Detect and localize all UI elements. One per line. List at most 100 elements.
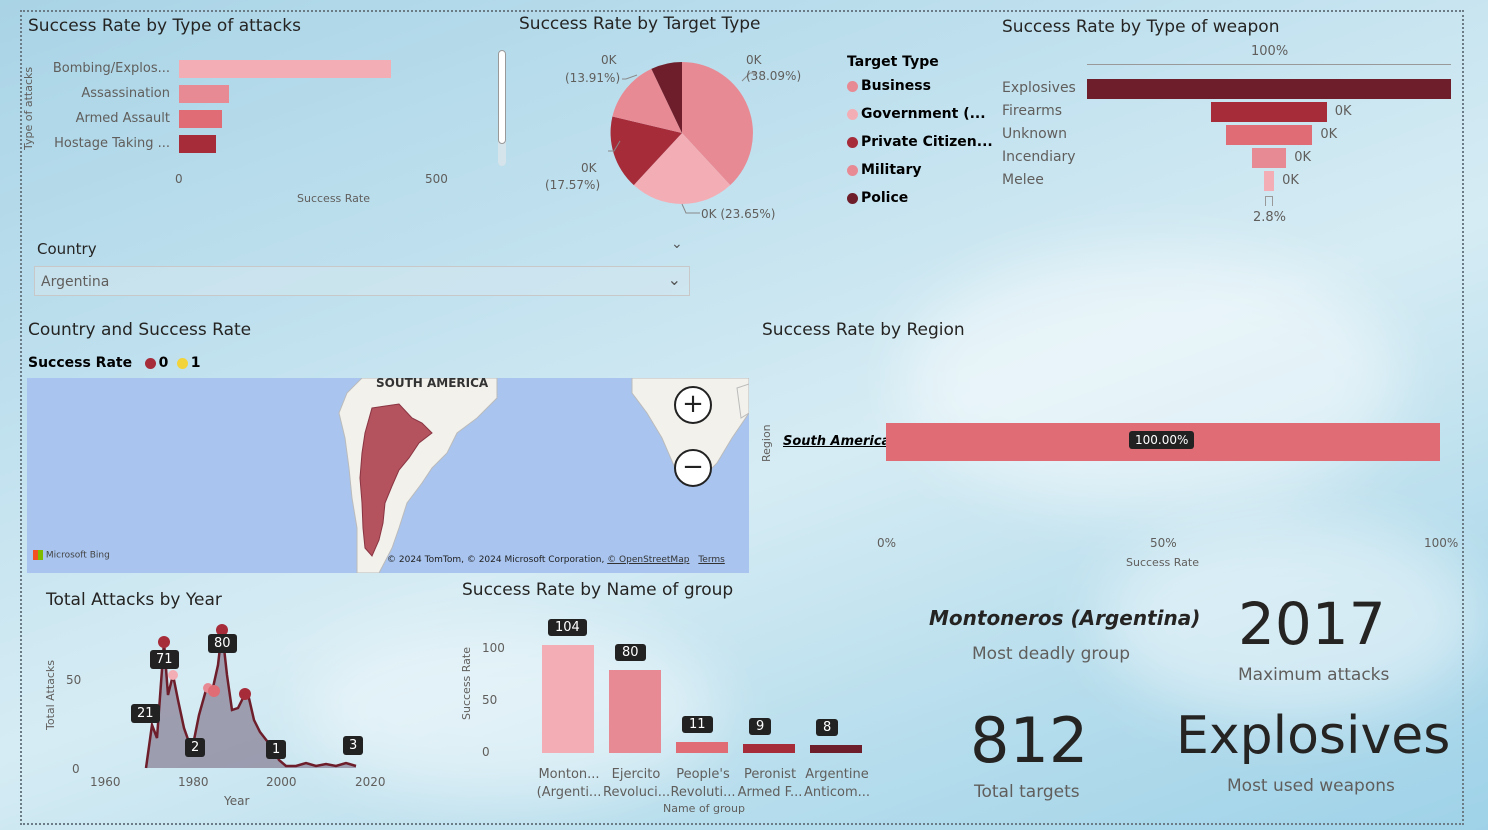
country-slicer-label: Country [37,240,97,258]
years-point[interactable] [208,685,220,697]
legend-dot-icon [176,357,188,369]
country-dropdown-value: Argentina [41,274,110,290]
weapon-data-label: 0K [1320,127,1338,142]
attacks-bar[interactable] [179,110,222,128]
openstreetmap-link[interactable]: © OpenStreetMap [607,555,689,565]
years-point[interactable] [239,688,251,700]
region-x-axis-label: Success Rate [1126,556,1199,569]
groups-category-label: Anticom... [804,785,871,800]
attacks-bar-chart[interactable]: Bombing/Explos... Assassination Armed Assa… [40,56,500,206]
groups-category-label: Revoluti... [670,785,736,800]
legend-dot-icon [847,192,858,204]
weapon-category-label: Explosives [1002,80,1076,96]
target-legend-label: Business [861,78,931,94]
groups-data-label: 11 [682,715,713,733]
years-data-label: 1 [266,740,287,759]
attacks-x-axis-label: Success Rate [297,192,370,205]
target-legend-item[interactable]: Government (... [847,106,986,122]
weapon-bottom-label: 2.8% [1253,210,1287,225]
target-pie-chart[interactable]: 0K (38.09%) 0K (23.65%) 0K (17.57%) 0K (… [535,45,835,230]
target-legend-title: Target Type [847,54,939,70]
years-ytick-0: 0 [72,762,80,776]
pie-label-business-value: 0K [746,53,763,67]
weapon-funnel-bar[interactable] [1263,171,1275,191]
attacks-chart-title: Success Rate by Type of attacks [28,16,301,36]
map-canvas[interactable]: SOUTH AMERICA + − Microsoft Bing © 2024 … [27,378,749,573]
weapon-funnel-bar[interactable] [1087,79,1451,99]
region-tick-0: 0% [877,536,897,550]
attacks-x-tick: 0 [175,172,183,186]
weapon-category-label: Melee [1002,172,1044,188]
groups-bar-chart[interactable]: 0 50 100 104 Monton... (Argenti... 80 Ejercito R… [470,610,890,810]
groups-data-label: 80 [615,643,646,661]
years-point[interactable] [168,670,178,680]
attacks-bar[interactable] [179,85,229,103]
pie-label-government: 0K (23.65%) [701,207,775,221]
weapon-funnel-bar[interactable] [1211,102,1327,122]
weapon-funnel-chart[interactable]: 100% Explosives Firearms 0K Unknown 0K Incendi… [1000,42,1460,232]
groups-bar[interactable] [743,743,795,753]
legend-dot-icon [144,357,156,369]
years-data-label: 2 [185,738,206,757]
terms-link[interactable]: Terms [698,555,725,565]
target-legend-label: Private Citizen... [861,134,993,150]
groups-category-label: (Argenti... [536,785,602,800]
country-dropdown[interactable]: Argentina ⌄ [34,266,690,296]
legend-dot-icon [847,164,858,176]
attacks-category-label: Armed Assault [75,111,170,126]
years-data-label: 71 [150,650,179,669]
pie-label-business-pct: (38.09%) [746,69,801,83]
weapon-chart-title: Success Rate by Type of weapon [1002,17,1280,37]
pie-label-military-value: 0K [601,53,618,67]
groups-bar[interactable] [609,669,661,753]
years-xtick-1960: 1960 [90,775,121,789]
groups-y-tick: 100 [482,641,505,655]
attacks-category-label: Hostage Taking ... [54,136,170,151]
groups-category-label: Revoluci... [603,785,671,800]
kpi-group-label: Most deadly group [972,644,1131,664]
region-y-axis-label: Region [760,424,773,462]
attacks-category-label: Bombing/Explos... [52,61,170,76]
microsoft-logo-icon [33,550,43,560]
attacks-scrollbar[interactable] [498,50,506,166]
target-legend-item[interactable]: Private Citizen... [847,134,993,150]
region-tick-100: 100% [1424,536,1459,550]
years-xtick-2020: 2020 [355,775,386,789]
attacks-y-axis-label: Type of attacks [22,66,35,150]
weapon-funnel-bar[interactable] [1225,125,1313,145]
attacks-scrollbar-thumb[interactable] [498,50,506,144]
target-legend-label: Government (... [861,106,986,122]
groups-category-label: People's [676,767,730,782]
attacks-bar[interactable] [179,135,216,153]
kpi-weapon-label: Most used weapons [1227,776,1395,796]
years-data-label: 21 [131,704,160,723]
pie-label-private-value: 0K [581,161,598,175]
weapon-funnel-bar[interactable] [1251,148,1287,168]
pie-label-private-pct: (17.57%) [545,178,600,192]
years-ytick-50: 50 [66,673,81,687]
slicer-collapse-chevron-icon[interactable]: ⌄ [671,236,683,252]
legend-dot-icon [847,80,858,92]
groups-bar[interactable] [542,644,594,753]
groups-bar[interactable] [676,741,728,753]
region-data-label: 100.00% [1129,431,1195,449]
groups-bar[interactable] [810,744,862,753]
attacks-category-label: Assassination [81,86,170,101]
region-chart-title: Success Rate by Region [762,320,965,340]
groups-category-label: Argentine [805,767,869,782]
zoom-in-button[interactable]: + [674,386,712,424]
kpi-max-attacks-value: 2017 [1238,590,1386,658]
years-point[interactable] [158,636,170,648]
zoom-out-button[interactable]: − [674,449,712,487]
kpi-targets-value: 812 [970,704,1089,777]
target-legend-item[interactable]: Police [847,190,908,206]
groups-chart-title: Success Rate by Name of group [462,580,734,600]
target-legend-item[interactable]: Military [847,162,922,178]
target-legend-item[interactable]: Business [847,78,931,94]
attacks-bar[interactable] [179,60,392,78]
weapon-data-label: 0K [1282,173,1299,188]
region-category-label[interactable]: South America [783,434,890,449]
target-legend-label: Military [861,162,922,178]
target-legend-label: Police [861,190,909,206]
groups-y-tick: 50 [482,693,498,707]
